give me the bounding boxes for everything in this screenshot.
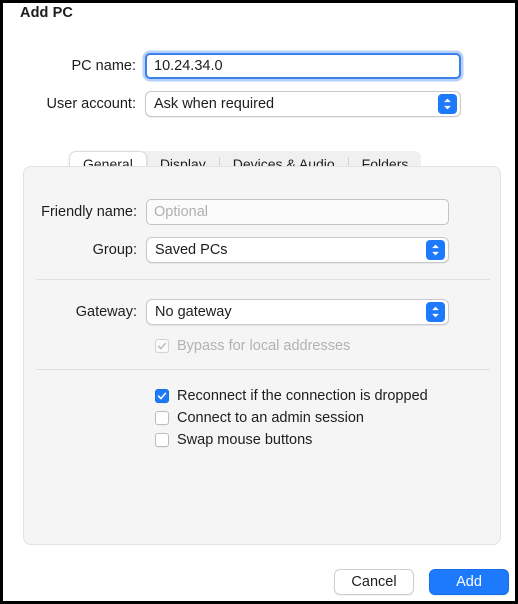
cancel-button-label: Cancel (351, 574, 397, 590)
gateway-select[interactable]: No gateway (146, 299, 449, 325)
panel-divider (36, 369, 490, 370)
group-label: Group: (92, 242, 137, 258)
reconnect-label: Reconnect if the connection is dropped (177, 388, 428, 404)
add-button[interactable]: Add (429, 569, 509, 595)
admin-session-label: Connect to an admin session (177, 410, 364, 426)
swap-mouse-buttons-checkbox-row[interactable]: Swap mouse buttons (155, 430, 312, 450)
group-row: Group: Saved PCs (24, 237, 502, 263)
chevron-up-down-icon (426, 302, 445, 322)
panel-divider (36, 279, 490, 280)
add-button-label: Add (456, 574, 482, 590)
friendly-name-label: Friendly name: (41, 204, 137, 220)
swap-mouse-buttons-label: Swap mouse buttons (177, 432, 313, 448)
friendly-name-row: Friendly name: (24, 199, 502, 225)
general-tab-panel: Friendly name: Group: Saved PCs Gateway:… (23, 166, 501, 545)
admin-session-checkbox-row[interactable]: Connect to an admin session (155, 408, 364, 428)
chevron-up-down-icon (438, 94, 457, 114)
bypass-local-addresses-label: Bypass for local addresses (177, 338, 351, 354)
pc-name-input[interactable] (145, 53, 461, 79)
user-account-select[interactable]: Ask when required (145, 91, 461, 117)
user-account-value: Ask when required (154, 96, 275, 112)
gateway-row: Gateway: No gateway (24, 299, 502, 325)
pc-name-row: PC name: (3, 53, 515, 79)
user-account-row: User account: Ask when required (3, 91, 515, 117)
admin-session-checkbox (155, 411, 169, 425)
friendly-name-input[interactable] (146, 199, 449, 225)
user-account-label: User account: (46, 96, 136, 112)
bypass-local-addresses-checkbox (155, 339, 169, 353)
page-title: Add PC (20, 5, 73, 21)
cancel-button[interactable]: Cancel (334, 569, 414, 595)
reconnect-checkbox-row[interactable]: Reconnect if the connection is dropped (155, 386, 428, 406)
pc-name-label: PC name: (71, 58, 136, 74)
bypass-local-addresses-checkbox-row[interactable]: Bypass for local addresses (155, 336, 350, 356)
gateway-value: No gateway (155, 304, 232, 320)
group-select[interactable]: Saved PCs (146, 237, 449, 263)
add-pc-dialog: Add PC PC name: User account: Ask when r… (0, 0, 518, 604)
reconnect-checkbox (155, 389, 169, 403)
group-value: Saved PCs (155, 242, 228, 258)
chevron-up-down-icon (426, 240, 445, 260)
gateway-label: Gateway: (75, 304, 137, 320)
swap-mouse-buttons-checkbox (155, 433, 169, 447)
